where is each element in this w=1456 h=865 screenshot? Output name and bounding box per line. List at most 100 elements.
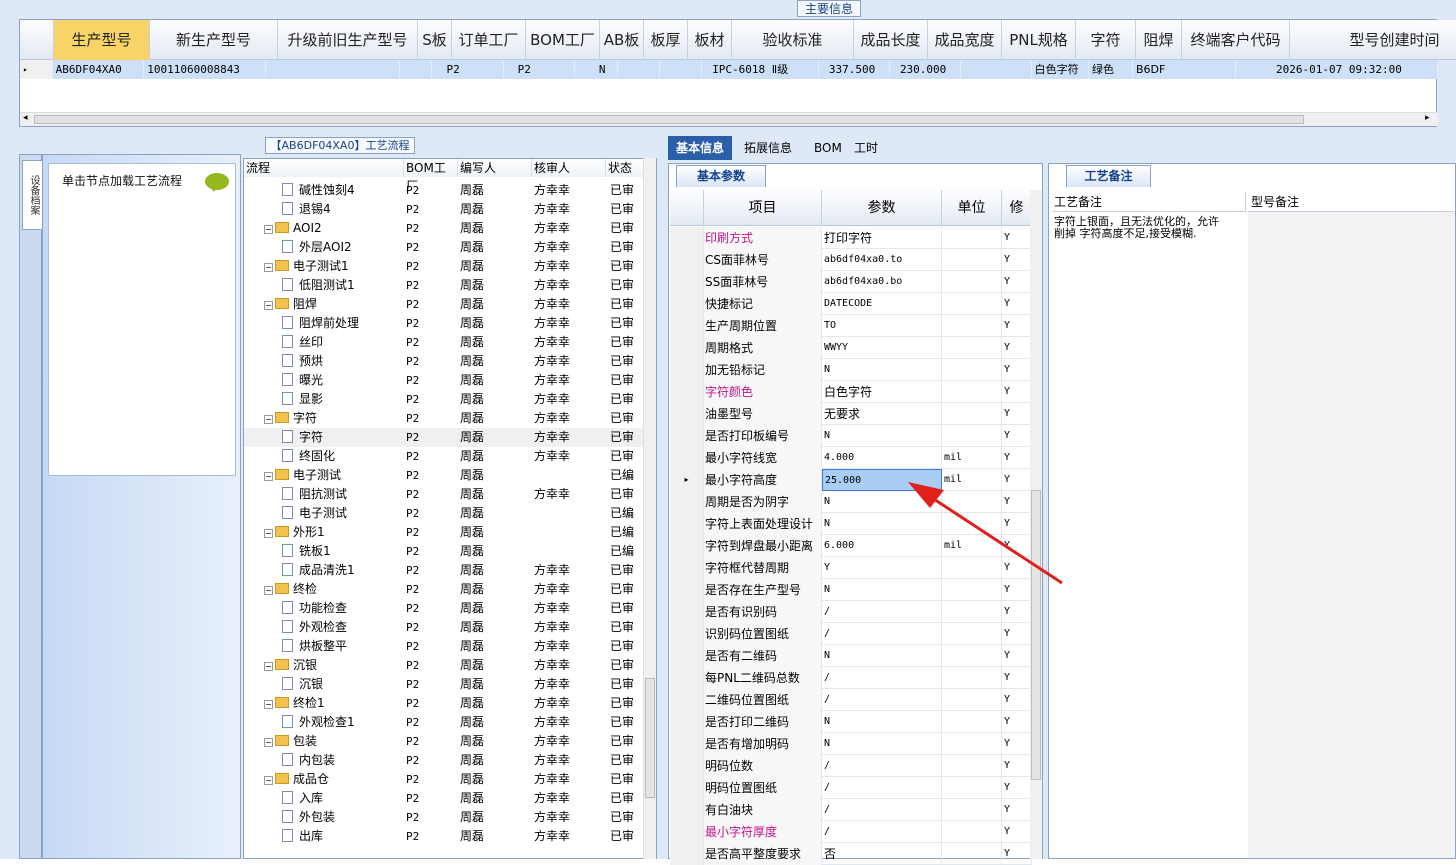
- tree-row[interactable]: 退锡4 P2 周磊 方幸幸 已审: [244, 200, 644, 219]
- tree-row[interactable]: − 电子测试1 P2 周磊 方幸幸 已审: [244, 257, 644, 276]
- param-value[interactable]: ab6df04xa0.to: [822, 249, 942, 271]
- tree-row[interactable]: − 字符 P2 周磊 方幸幸 已审: [244, 409, 644, 428]
- tree-node[interactable]: 外观检查1: [282, 713, 355, 732]
- tree-node[interactable]: − AOI2: [264, 219, 322, 238]
- param-value[interactable]: N: [822, 645, 942, 667]
- param-row[interactable]: 是否打印二维码 N Y: [670, 711, 1032, 733]
- param-value[interactable]: /: [822, 755, 942, 777]
- param-value[interactable]: 否: [822, 843, 942, 865]
- cell-indicator[interactable]: ▸: [20, 60, 53, 79]
- param-row[interactable]: 油墨型号 无要求 Y: [670, 403, 1032, 425]
- flow-tree-vscroll[interactable]: [643, 158, 656, 859]
- tree-row[interactable]: 沉银 P2 周磊 方幸幸 已审: [244, 675, 644, 694]
- tree-row[interactable]: 外观检查 P2 周磊 方幸幸 已审: [244, 618, 644, 637]
- column-header[interactable]: 终端客户代码: [1182, 20, 1290, 60]
- tree-row[interactable]: − AOI2 P2 周磊 方幸幸 已审: [244, 219, 644, 238]
- param-value[interactable]: 4.000: [822, 447, 942, 469]
- model-remark-area[interactable]: [1248, 212, 1455, 858]
- tree-node[interactable]: − 终检1: [264, 694, 325, 713]
- tree-node[interactable]: 功能检查: [282, 599, 347, 618]
- tree-row[interactable]: 曝光 P2 周磊 方幸幸 已审: [244, 371, 644, 390]
- param-value[interactable]: TO: [822, 315, 942, 337]
- column-header[interactable]: 订单工厂: [452, 20, 526, 60]
- param-value[interactable]: DATECODE: [822, 293, 942, 315]
- tree-row[interactable]: 铣板1 P2 周磊 已编: [244, 542, 644, 561]
- tree-node[interactable]: 外包装: [282, 808, 335, 827]
- column-header[interactable]: 板厚: [644, 20, 688, 60]
- tree-node[interactable]: 预烘: [282, 352, 323, 371]
- tree-row[interactable]: 出库 P2 周磊 方幸幸 已审: [244, 827, 644, 846]
- param-row[interactable]: 是否打印板编号 N Y: [670, 425, 1032, 447]
- tab-process-remark[interactable]: 工艺备注: [1066, 165, 1151, 187]
- tree-row[interactable]: 预烘 P2 周磊 方幸幸 已审: [244, 352, 644, 371]
- param-value[interactable]: /: [822, 689, 942, 711]
- tree-node[interactable]: 外观检查: [282, 618, 347, 637]
- param-value[interactable]: N: [822, 359, 942, 381]
- param-row[interactable]: 是否有识别码 / Y: [670, 601, 1032, 623]
- collapse-icon[interactable]: −: [264, 415, 273, 424]
- tree-row[interactable]: − 成品仓 P2 周磊 方幸幸 已审: [244, 770, 644, 789]
- tree-row[interactable]: 外观检查1 P2 周磊 方幸幸 已审: [244, 713, 644, 732]
- collapse-icon[interactable]: −: [264, 700, 273, 709]
- tree-node[interactable]: − 电子测试: [264, 466, 341, 485]
- process-remark-text[interactable]: 字符上银面，且无法优化的，允许削掉 字符高度不足,接受模糊.: [1054, 216, 1226, 240]
- param-value[interactable]: 白色字符: [822, 381, 942, 403]
- tree-node[interactable]: 显影: [282, 390, 323, 409]
- param-value[interactable]: ab6df04xa0.bo: [822, 271, 942, 293]
- tree-row[interactable]: − 包装 P2 周磊 方幸幸 已审: [244, 732, 644, 751]
- column-header[interactable]: S板: [418, 20, 452, 60]
- tree-node[interactable]: 入库: [282, 789, 323, 808]
- tree-node[interactable]: 外层AOI2: [282, 238, 352, 257]
- tree-row[interactable]: 低阻测试1 P2 周磊 方幸幸 已审: [244, 276, 644, 295]
- tree-node[interactable]: − 字符: [264, 409, 317, 428]
- tree-node[interactable]: − 阻焊: [264, 295, 317, 314]
- collapse-icon[interactable]: −: [264, 301, 273, 310]
- param-row[interactable]: 印刷方式 打印字符 Y: [670, 227, 1032, 249]
- param-value[interactable]: /: [822, 667, 942, 689]
- collapse-icon[interactable]: −: [264, 225, 273, 234]
- tree-node[interactable]: 丝印: [282, 333, 323, 352]
- tree-node[interactable]: − 外形1: [264, 523, 325, 542]
- column-header[interactable]: 成品宽度: [928, 20, 1002, 60]
- tree-node[interactable]: − 包装: [264, 732, 317, 751]
- param-value[interactable]: /: [822, 601, 942, 623]
- tree-row[interactable]: − 终检 P2 周磊 方幸幸 已审: [244, 580, 644, 599]
- column-header[interactable]: 阻焊: [1136, 20, 1182, 60]
- tree-row[interactable]: − 终检1 P2 周磊 方幸幸 已审: [244, 694, 644, 713]
- splitter[interactable]: [0, 128, 1456, 136]
- param-value[interactable]: /: [822, 821, 942, 843]
- param-column-header[interactable]: 修: [1002, 190, 1032, 226]
- tree-row[interactable]: 显影 P2 周磊 方幸幸 已审: [244, 390, 644, 409]
- tab-bom[interactable]: BOM: [806, 136, 850, 160]
- param-value[interactable]: /: [822, 777, 942, 799]
- param-row[interactable]: 是否有二维码 N Y: [670, 645, 1032, 667]
- tree-column-header[interactable]: BOM工厂: [404, 159, 458, 193]
- tree-column-header[interactable]: 流程: [244, 159, 404, 177]
- tree-row[interactable]: 字符 P2 周磊 方幸幸 已审: [244, 428, 644, 447]
- column-header[interactable]: 生产型号: [54, 20, 150, 60]
- tree-node[interactable]: 电子测试: [282, 504, 347, 523]
- tree-node[interactable]: 铣板1: [282, 542, 331, 561]
- tree-node[interactable]: 内包装: [282, 751, 335, 770]
- tree-column-header[interactable]: 核审人: [532, 159, 606, 177]
- collapse-icon[interactable]: −: [264, 472, 273, 481]
- collapse-icon[interactable]: −: [264, 776, 273, 785]
- scroll-left-icon[interactable]: ◂: [23, 113, 28, 123]
- tree-node[interactable]: 成品清洗1: [282, 561, 355, 580]
- collapse-icon[interactable]: −: [264, 586, 273, 595]
- param-row[interactable]: 周期格式 WWYY Y: [670, 337, 1032, 359]
- param-row[interactable]: 加无铅标记 N Y: [670, 359, 1032, 381]
- scroll-right-icon[interactable]: ▸: [1425, 113, 1430, 123]
- tree-node[interactable]: 终固化: [282, 447, 335, 466]
- param-row[interactable]: 字符颜色 白色字符 Y: [670, 381, 1032, 403]
- param-column-header[interactable]: 单位: [942, 190, 1002, 226]
- side-tab-equipment[interactable]: 设备档案: [22, 160, 42, 230]
- param-value[interactable]: N: [822, 711, 942, 733]
- tree-row[interactable]: 阻抗测试 P2 周磊 方幸幸 已审: [244, 485, 644, 504]
- param-row[interactable]: 明码位置图纸 / Y: [670, 777, 1032, 799]
- param-row[interactable]: 生产周期位置 TO Y: [670, 315, 1032, 337]
- param-value[interactable]: /: [822, 623, 942, 645]
- collapse-icon[interactable]: −: [264, 263, 273, 272]
- param-value[interactable]: /: [822, 799, 942, 821]
- column-header[interactable]: 板材: [688, 20, 732, 60]
